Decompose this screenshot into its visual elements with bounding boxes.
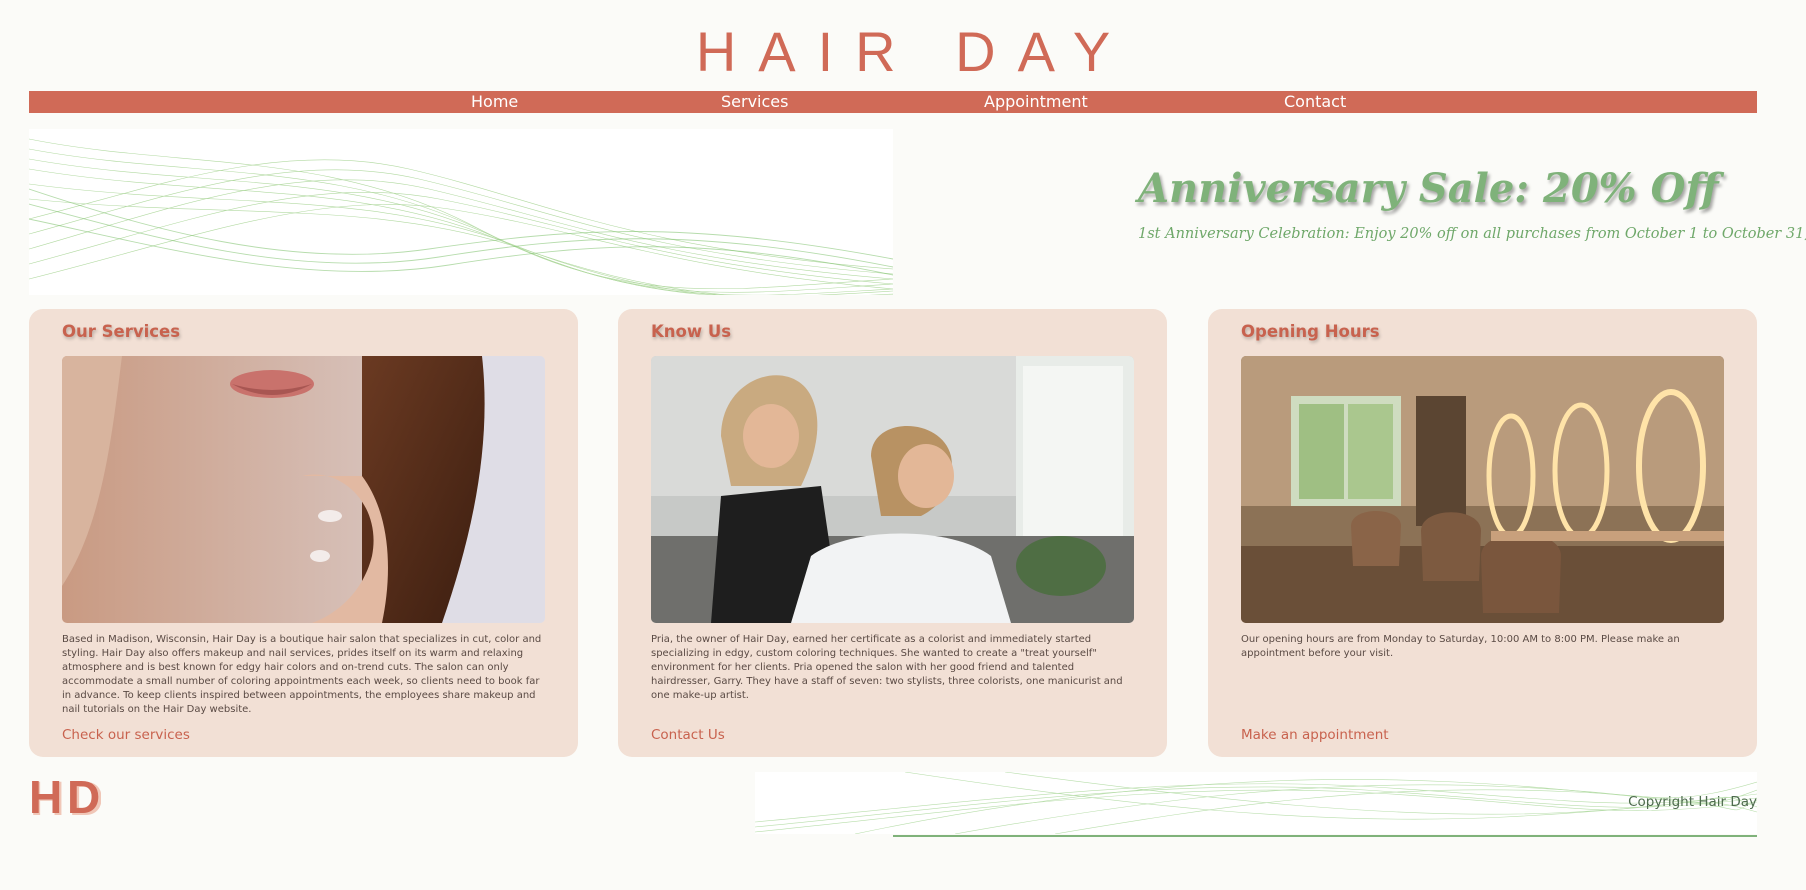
main-nav: Home Services Appointment Contact [29, 91, 1757, 113]
nav-item-services[interactable]: Services [721, 91, 788, 113]
sale-title: Anniversary Sale: 20% Off [1138, 165, 1719, 212]
card-description: Pria, the owner of Hair Day, earned her … [651, 634, 1123, 701]
footer-wave-graphic [755, 772, 1757, 834]
card-description: Our opening hours are from Monday to Sat… [1241, 634, 1680, 659]
card-title: Opening Hours [1241, 322, 1380, 341]
footer-divider [893, 835, 1757, 837]
card-title: Our Services [62, 322, 181, 341]
contact-us-link[interactable]: Contact Us [651, 727, 725, 743]
logo-letter-h: H [29, 771, 62, 820]
nav-item-contact[interactable]: Contact [1284, 91, 1346, 113]
card-know-us: Know Us Pria, the owner of Hair Day, ear… [618, 309, 1167, 757]
card-our-services: Our Services Based in Madison, Wisconsin… [29, 309, 578, 757]
check-services-link[interactable]: Check our services [62, 727, 190, 743]
card-title: Know Us [651, 322, 732, 341]
logo-letter-d: D [67, 771, 100, 820]
nav-item-appointment[interactable]: Appointment [984, 91, 1088, 113]
sale-description: 1st Anniversary Celebration: Enjoy 20% o… [1138, 226, 1806, 242]
nav-item-home[interactable]: Home [471, 91, 518, 113]
site-title: HAIR DAY [695, 20, 1133, 83]
salon-interior-photo [1241, 356, 1724, 623]
hero-wave-graphic [29, 129, 893, 295]
make-appointment-link[interactable]: Make an appointment [1241, 727, 1389, 743]
card-description: Based in Madison, Wisconsin, Hair Day is… [62, 634, 542, 715]
woman-long-hair-photo [62, 356, 545, 623]
card-opening-hours: Opening Hours Our opening hours are from… [1208, 309, 1757, 757]
stylist-with-client-photo [651, 356, 1134, 623]
copyright-text: Copyright Hair Day [1628, 794, 1757, 810]
hair-day-logo[interactable]: H D H D [29, 770, 104, 826]
